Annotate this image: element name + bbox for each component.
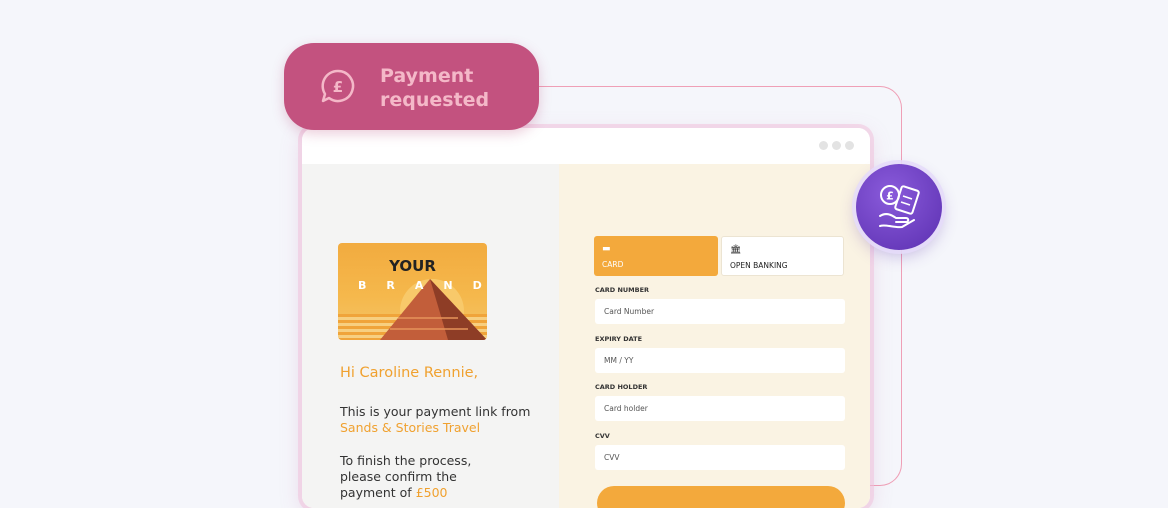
cvv-label: CVV bbox=[595, 432, 610, 440]
tab-card-label: CARD bbox=[602, 260, 624, 269]
payment-page-window: YOUR BRAND Hi Caroline Rennie, This is y… bbox=[302, 128, 870, 508]
tab-open-banking-label: OPEN BANKING bbox=[730, 261, 788, 270]
payment-link-text: This is your payment link from Sands & S… bbox=[340, 404, 531, 435]
hand-receipt-payment-icon: £ bbox=[879, 185, 920, 229]
card-icon: ▬ bbox=[602, 244, 611, 254]
payment-amount: £500 bbox=[415, 485, 448, 500]
svg-text:£: £ bbox=[333, 78, 343, 96]
brand-text-your: YOUR bbox=[389, 257, 436, 275]
card-number-input[interactable] bbox=[595, 299, 845, 324]
window-dot[interactable] bbox=[819, 141, 828, 150]
expiry-date-label: EXPIRY DATE bbox=[595, 335, 643, 343]
window-dot[interactable] bbox=[845, 141, 854, 150]
bank-icon: 🏛 bbox=[730, 245, 742, 255]
window-titlebar bbox=[302, 128, 870, 164]
expiry-date-input[interactable] bbox=[595, 348, 845, 373]
brand-logo: YOUR BRAND bbox=[338, 243, 487, 340]
brand-text-brand: BRAND bbox=[358, 279, 482, 292]
payment-requested-notification: £ Payment requested bbox=[284, 43, 539, 130]
notification-title: Payment requested bbox=[380, 65, 490, 111]
tab-open-banking[interactable]: 🏛 OPEN BANKING bbox=[721, 236, 844, 276]
card-holder-input[interactable] bbox=[595, 396, 845, 421]
payment-form-pane: ▬ CARD 🏛 OPEN BANKING CARD NUMBER EXPIRY… bbox=[559, 164, 870, 508]
cvv-input[interactable] bbox=[595, 445, 845, 470]
greeting: Hi Caroline Rennie, bbox=[340, 365, 479, 381]
merchant-name: Sands & Stories Travel bbox=[340, 420, 481, 435]
window-controls bbox=[819, 141, 854, 150]
card-holder-label: CARD HOLDER bbox=[595, 383, 648, 391]
svg-text:£: £ bbox=[886, 190, 894, 203]
pound-speech-bubble-icon: £ bbox=[321, 69, 355, 103]
card-number-label: CARD NUMBER bbox=[595, 286, 650, 294]
tab-card[interactable]: ▬ CARD bbox=[594, 236, 718, 276]
payment-badge: £ bbox=[856, 164, 942, 250]
window-dot[interactable] bbox=[832, 141, 841, 150]
pay-button[interactable] bbox=[597, 486, 845, 508]
message-pane: YOUR BRAND Hi Caroline Rennie, This is y… bbox=[302, 164, 559, 508]
